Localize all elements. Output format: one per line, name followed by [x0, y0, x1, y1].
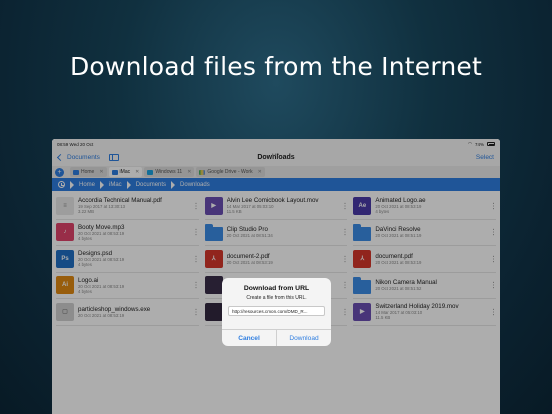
cancel-button[interactable]: Cancel — [222, 330, 277, 346]
dialog-buttons: Cancel Download — [222, 329, 331, 346]
url-input[interactable]: http://resources.cmon.com/DMD_R... — [228, 306, 325, 316]
dialog-title: Download from URL — [243, 285, 310, 292]
download-url-dialog: Download from URL Create a file from thi… — [222, 278, 331, 346]
download-button[interactable]: Download — [277, 330, 331, 346]
dialog-message: Create a file from this URL. — [246, 295, 307, 301]
ipad-screen: 08:59 Wed 20 Oct ◠ 74% ••• Documents Dow… — [52, 139, 500, 414]
promo-headline: Download files from the Internet — [69, 52, 483, 81]
modal-overlay — [52, 139, 500, 414]
